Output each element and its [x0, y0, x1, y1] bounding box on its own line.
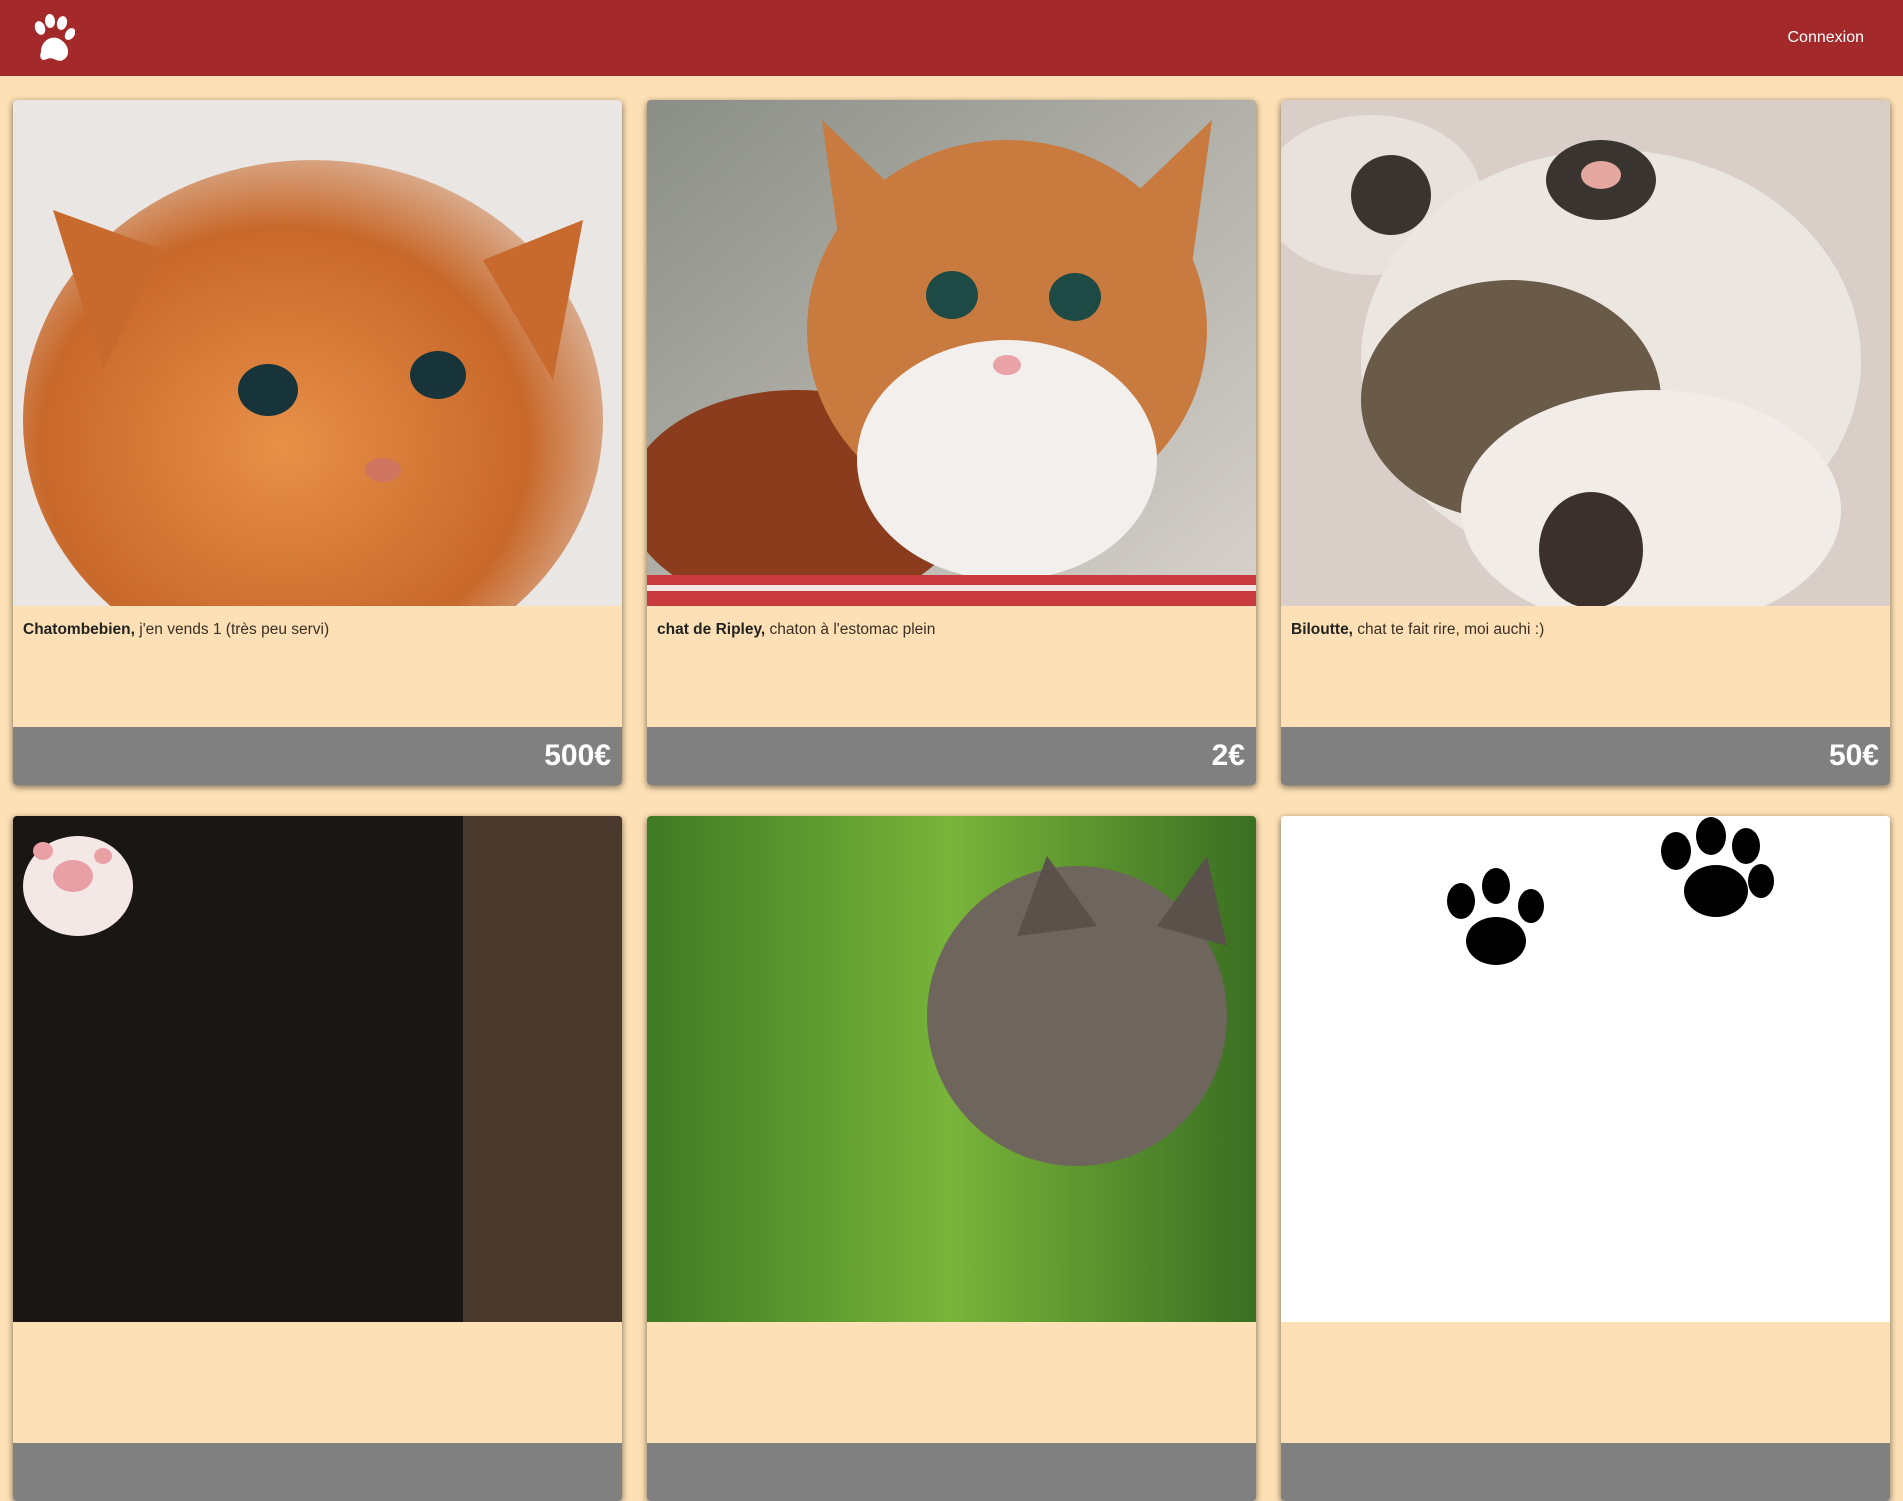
listing-price: 500€: [13, 727, 622, 785]
kitten-paw-dark-photo: [13, 816, 622, 1322]
listing-description: [647, 1322, 1256, 1443]
paw-icon: [34, 14, 75, 61]
listing-description: [13, 1322, 622, 1443]
listing-description: Biloutte, chat te fait rire, moi auchi :…: [1281, 606, 1890, 727]
listing-card[interactable]: Chatombebien, j'en vends 1 (très peu ser…: [13, 100, 622, 785]
listing-name: Biloutte,: [1291, 621, 1353, 638]
listing-description: [1281, 1322, 1890, 1443]
listing-description: Chatombebien, j'en vends 1 (très peu ser…: [13, 606, 622, 727]
listing-text: chaton à l'estomac plein: [765, 621, 936, 638]
listing-card[interactable]: Biloutte, chat te fait rire, moi auchi :…: [1281, 100, 1890, 785]
listing-name: Chatombebien,: [23, 621, 135, 638]
listing-grid: Chatombebien, j'en vends 1 (très peu ser…: [13, 100, 1890, 1501]
listing-price: [647, 1443, 1256, 1501]
listing-text: chat te fait rire, moi auchi :): [1353, 621, 1545, 638]
home-logo-link[interactable]: [31, 12, 75, 64]
listing-card[interactable]: chat de Ripley, chaton à l'estomac plein…: [647, 100, 1256, 785]
listing-description: chat de Ripley, chaton à l'estomac plein: [647, 606, 1256, 727]
listing-price: [13, 1443, 622, 1501]
listing-price: [1281, 1443, 1890, 1501]
listing-text: j'en vends 1 (très peu servi): [134, 621, 330, 638]
listing-name: chat de Ripley,: [657, 621, 766, 638]
ginger-white-kitten-photo: [647, 100, 1256, 606]
listing-price: 2€: [647, 727, 1256, 785]
black-paw-prints-photo: [1281, 816, 1890, 1322]
tabby-kitten-green-photo: [647, 816, 1256, 1322]
top-navbar: Connexion: [0, 0, 1903, 76]
listing-price: 50€: [1281, 727, 1890, 785]
sleeping-tabby-kitten-photo: [1281, 100, 1890, 606]
orange-kitten-photo: [13, 100, 622, 606]
login-link[interactable]: Connexion: [1788, 29, 1865, 47]
